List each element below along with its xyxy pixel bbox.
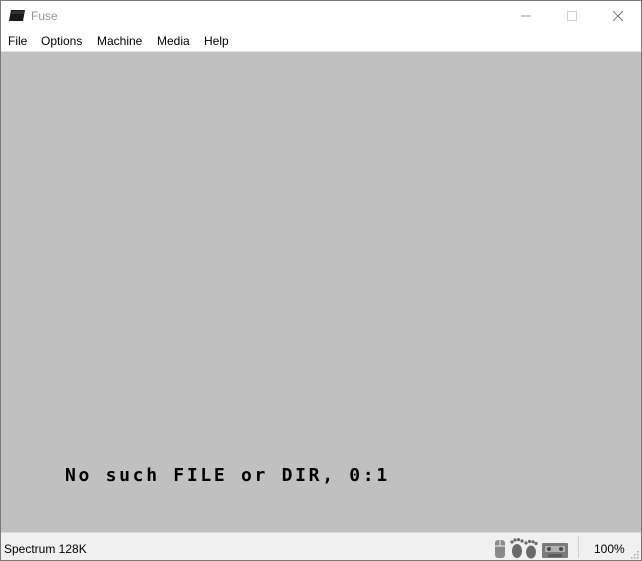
window-title: Fuse bbox=[31, 9, 58, 23]
maximize-icon bbox=[567, 11, 577, 21]
status-bar: Spectrum 128K 100% bbox=[1, 532, 641, 560]
menu-options[interactable]: Options bbox=[41, 34, 82, 48]
disk-activity-icon bbox=[510, 538, 538, 559]
spectrum-app-icon bbox=[9, 10, 25, 21]
menu-file[interactable]: File bbox=[8, 34, 27, 48]
status-speed: 100% bbox=[594, 542, 625, 556]
status-separator bbox=[578, 536, 579, 558]
menu-media[interactable]: Media bbox=[157, 34, 190, 48]
tape-icon bbox=[542, 543, 568, 558]
maximize-button[interactable] bbox=[549, 1, 595, 31]
mouse-icon bbox=[495, 540, 505, 558]
status-icons bbox=[495, 538, 568, 559]
resize-grip-icon[interactable] bbox=[629, 549, 639, 559]
emulator-screen[interactable]: No such FILE or DIR, 0:1 bbox=[1, 52, 641, 532]
minimize-icon bbox=[521, 15, 531, 17]
screen-error-message: No such FILE or DIR, 0:1 bbox=[65, 465, 390, 486]
title-bar[interactable]: Fuse bbox=[1, 1, 641, 31]
menu-machine[interactable]: Machine bbox=[97, 34, 142, 48]
status-machine-name: Spectrum 128K bbox=[4, 542, 87, 556]
fuse-window: Fuse File Options Machine Media Help No … bbox=[0, 0, 642, 561]
menu-help[interactable]: Help bbox=[204, 34, 229, 48]
close-button[interactable] bbox=[595, 1, 641, 31]
menu-bar: File Options Machine Media Help bbox=[1, 31, 641, 52]
close-icon bbox=[613, 11, 623, 21]
minimize-button[interactable] bbox=[503, 1, 549, 31]
